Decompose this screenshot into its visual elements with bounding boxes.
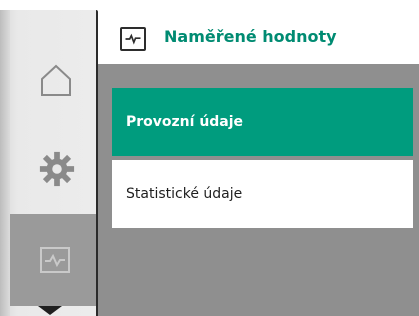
menu-item-label: Statistické údaje: [126, 186, 243, 202]
measured-values-icon: [120, 27, 146, 51]
menu-item-provozni-udaje[interactable]: Provozní údaje: [112, 88, 413, 156]
device-screen: Naměřené hodnoty Provozní údaje Statisti…: [0, 0, 419, 316]
rail-edge: [0, 10, 10, 316]
scroll-down-icon[interactable]: [38, 306, 62, 315]
chart-icon: [40, 247, 70, 273]
menu-item-label: Provozní údaje: [126, 114, 244, 130]
gear-icon[interactable]: [38, 150, 76, 188]
menu-item-statisticke-udaje[interactable]: Statistické údaje: [112, 160, 413, 228]
page-title: Naměřené hodnoty: [164, 27, 337, 46]
home-icon[interactable]: [38, 62, 74, 98]
